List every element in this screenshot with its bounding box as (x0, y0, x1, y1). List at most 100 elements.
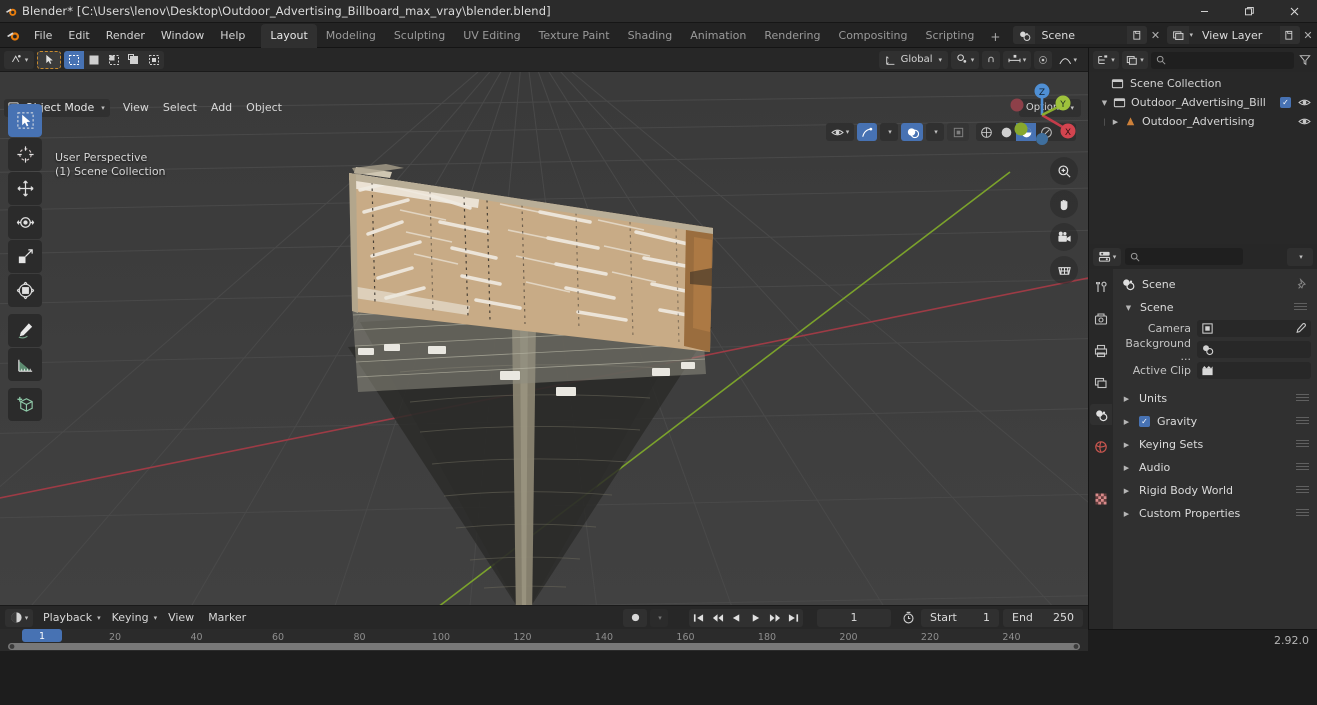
panel-expand-icon[interactable]: ▼ (1123, 304, 1134, 312)
menu-file[interactable]: File (26, 26, 60, 45)
scale-tool[interactable] (8, 240, 42, 273)
expand-arrow-icon[interactable]: ▶ (1121, 510, 1132, 518)
eye-icon[interactable] (1298, 97, 1311, 108)
jump-end-button[interactable] (784, 608, 803, 627)
timeline-menu-marker[interactable]: Marker (201, 609, 253, 626)
scene-panel-header[interactable]: ▼ Scene (1116, 297, 1314, 318)
outliner-search-input[interactable] (1151, 51, 1294, 69)
end-frame-field[interactable]: End 250 (1003, 608, 1083, 627)
remove-view-layer-icon[interactable]: ✕ (1300, 26, 1316, 44)
view-layer-id-field[interactable]: ▾ View Layer (1167, 26, 1300, 44)
prev-keyframe-button[interactable] (708, 608, 727, 627)
add-cube-tool[interactable] (8, 388, 42, 421)
pan-hand-icon[interactable] (1050, 190, 1078, 218)
output-tab[interactable] (1090, 340, 1112, 361)
properties-options-dropdown[interactable]: ▾ (1287, 247, 1313, 266)
menu-render[interactable]: Render (98, 26, 153, 45)
overlays-dropdown[interactable]: ▾ (926, 123, 944, 141)
next-keyframe-button[interactable] (765, 608, 784, 627)
scene-tab[interactable] (1090, 404, 1112, 425)
expand-arrow-icon[interactable]: ▶ (1110, 118, 1121, 126)
blender-menu-icon[interactable] (0, 28, 26, 43)
move-tool[interactable] (8, 172, 42, 205)
new-view-layer-icon[interactable] (1279, 26, 1300, 44)
eye-icon[interactable] (1298, 116, 1311, 127)
tab-sculpting[interactable]: Sculpting (385, 24, 454, 48)
expand-arrow-icon[interactable]: ▶ (1121, 418, 1132, 426)
timeline-menu-view[interactable]: View (161, 609, 201, 626)
viewport-menu-object[interactable]: Object (239, 99, 289, 116)
3d-viewport[interactable]: Object Mode ▾ View Select Add Object Opt… (0, 72, 1088, 605)
ortho-grid-icon[interactable] (1050, 256, 1078, 284)
section-rigid-body-world[interactable]: ▶ Rigid Body World (1113, 479, 1317, 502)
select-subtract-icon[interactable] (104, 51, 124, 69)
active-clip-field[interactable] (1197, 362, 1311, 379)
camera-field[interactable] (1197, 320, 1311, 337)
play-reverse-button[interactable] (727, 608, 746, 627)
tweak-tool-icon[interactable] (37, 50, 61, 69)
cursor-tool[interactable] (8, 138, 42, 171)
transform-tool[interactable] (8, 274, 42, 307)
render-tab[interactable] (1090, 308, 1112, 329)
collection-checkbox[interactable]: ✓ (1280, 97, 1291, 108)
measure-tool[interactable] (8, 348, 42, 381)
properties-editor-type-icon[interactable]: ▾ (1093, 247, 1121, 266)
current-frame-field[interactable]: 1 (817, 608, 891, 627)
snap-target-icon[interactable]: ▾ (1003, 50, 1031, 69)
outliner-scene-collection-row[interactable]: Scene Collection (1089, 74, 1317, 93)
maximize-button[interactable] (1227, 0, 1272, 23)
outliner-collection-row[interactable]: ▼ Outdoor_Advertising_Bill ✓ (1089, 93, 1317, 112)
close-button[interactable] (1272, 0, 1317, 23)
viewport-menu-add[interactable]: Add (204, 99, 239, 116)
properties-search-input[interactable] (1125, 248, 1243, 265)
expand-arrow-icon[interactable]: ▼ (1099, 99, 1110, 107)
shading-wireframe-icon[interactable] (976, 123, 996, 141)
select-extend-icon[interactable] (84, 51, 104, 69)
xray-toggle-icon[interactable] (947, 123, 969, 141)
pin-icon[interactable] (1296, 277, 1309, 291)
display-mode-icon[interactable]: ▾ (1122, 51, 1148, 69)
rotate-tool[interactable] (8, 206, 42, 239)
new-scene-icon[interactable] (1127, 26, 1148, 44)
tab-uv-editing[interactable]: UV Editing (454, 24, 529, 48)
section-keying-sets[interactable]: ▶ Keying Sets (1113, 433, 1317, 456)
menu-window[interactable]: Window (153, 26, 212, 45)
world-tab[interactable] (1090, 436, 1112, 457)
tab-layout[interactable]: Layout (261, 23, 317, 48)
select-box-tool[interactable] (8, 104, 42, 137)
add-workspace-button[interactable]: + (983, 26, 1007, 48)
jump-start-button[interactable] (689, 608, 708, 627)
menu-help[interactable]: Help (212, 26, 253, 45)
tab-modeling[interactable]: Modeling (317, 24, 385, 48)
tab-shading[interactable]: Shading (619, 24, 682, 48)
tab-animation[interactable]: Animation (681, 24, 755, 48)
gizmo-toggle-icon[interactable] (857, 123, 877, 141)
gizmo-dropdown[interactable]: ▾ (880, 123, 898, 141)
expand-arrow-icon[interactable]: ▶ (1121, 395, 1132, 403)
auto-keying-toggle[interactable] (623, 608, 647, 627)
zoom-icon[interactable] (1050, 157, 1078, 185)
pivot-point-icon[interactable]: ▾ (951, 50, 979, 69)
editor-type-icon[interactable]: ▾ (4, 50, 34, 69)
tool-tab[interactable] (1090, 276, 1112, 297)
overlays-toggle-icon[interactable] (901, 123, 923, 141)
expand-arrow-icon[interactable]: ▶ (1121, 487, 1132, 495)
tab-texture-paint[interactable]: Texture Paint (530, 24, 619, 48)
filter-icon[interactable] (1297, 54, 1313, 66)
viewport-menu-select[interactable]: Select (156, 99, 204, 116)
select-box-icon[interactable] (64, 50, 84, 69)
tab-scripting[interactable]: Scripting (916, 24, 983, 48)
visibility-icon[interactable]: ▾ (826, 123, 854, 141)
play-button[interactable] (746, 608, 765, 627)
section-units[interactable]: ▶ Units (1113, 387, 1317, 410)
navigation-gizmo[interactable]: Z X Y (1004, 77, 1080, 153)
eyedropper-icon[interactable] (1294, 322, 1307, 335)
unlink-scene-icon[interactable]: ✕ (1147, 26, 1163, 44)
select-difference-icon[interactable] (144, 51, 164, 69)
proportional-edit-icon[interactable] (1034, 50, 1052, 69)
section-audio[interactable]: ▶ Audio (1113, 456, 1317, 479)
gravity-checkbox[interactable]: ✓ (1139, 416, 1150, 427)
section-gravity[interactable]: ▶ ✓ Gravity (1113, 410, 1317, 433)
timeline-menu-keying[interactable]: Keying (105, 609, 156, 626)
use-preview-range-icon[interactable] (899, 611, 917, 624)
